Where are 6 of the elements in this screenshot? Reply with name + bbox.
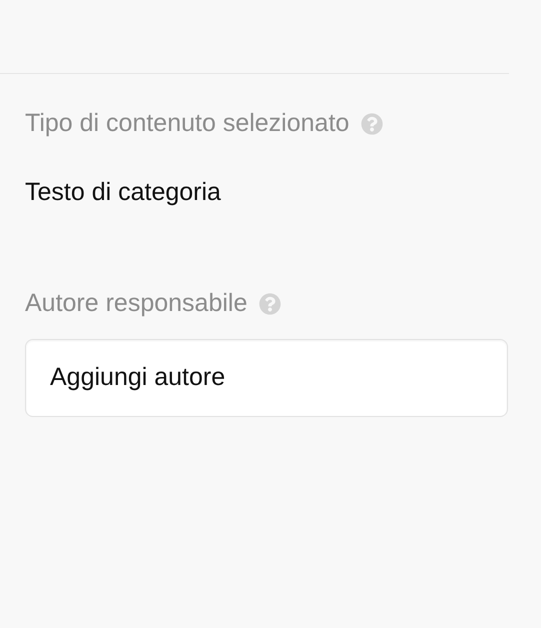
field-label: Autore responsabile [25,288,248,319]
field-label: Tipo di contenuto selezionato [25,108,350,140]
help-icon[interactable] [259,292,282,314]
field-value: Testo di categoria [25,177,222,208]
add-author-button[interactable]: Aggiungi autore [25,338,508,416]
help-icon[interactable] [361,113,384,135]
